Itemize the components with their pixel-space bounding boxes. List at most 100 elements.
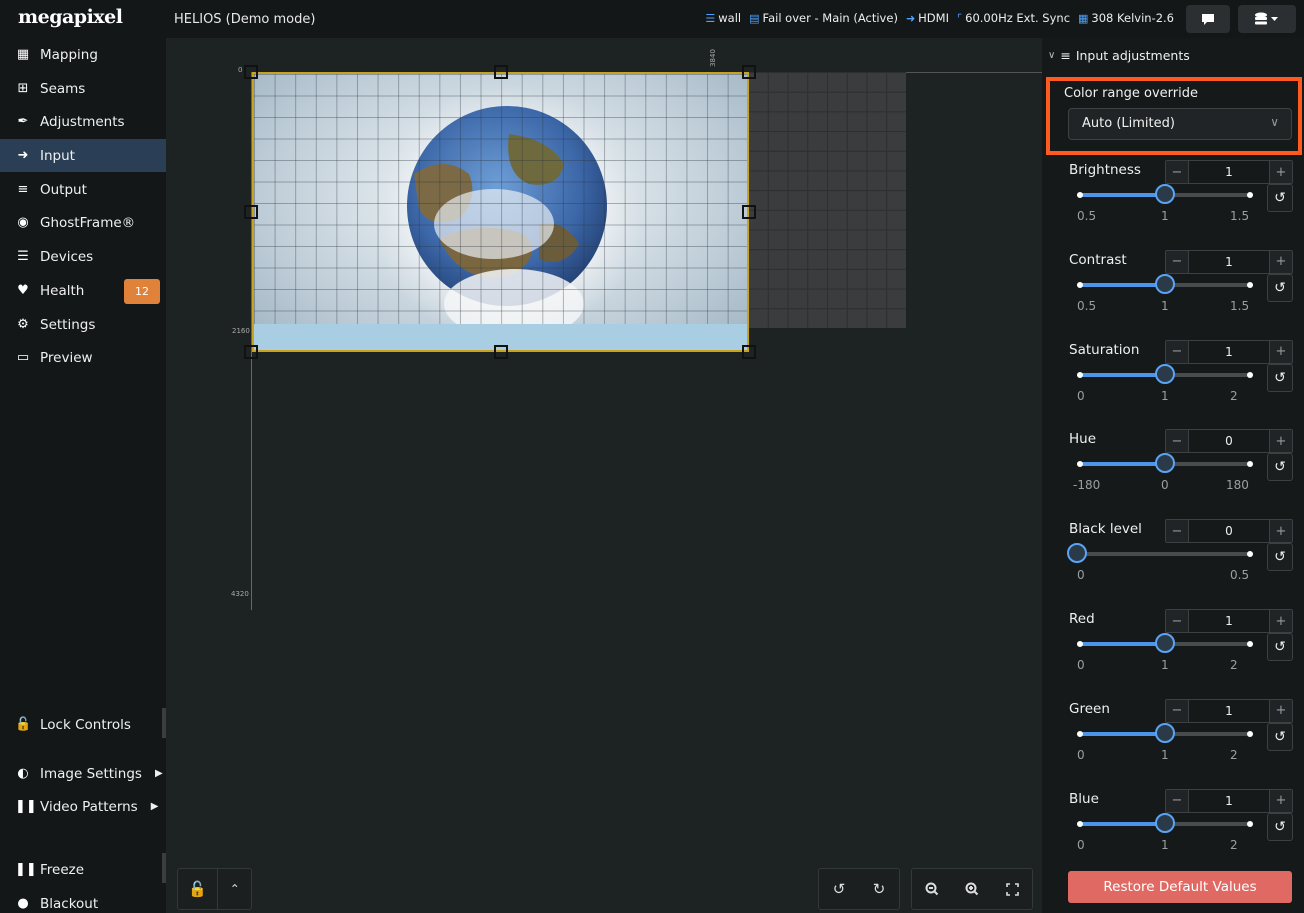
slider-fill bbox=[1077, 282, 1165, 287]
panel-header[interactable]: ∨ ≡ Input adjustments bbox=[1048, 48, 1190, 63]
restore-defaults-button[interactable]: Restore Default Values bbox=[1068, 871, 1292, 903]
resize-handle[interactable] bbox=[494, 345, 508, 359]
slider-fill bbox=[1077, 731, 1165, 736]
slider-fill bbox=[1077, 193, 1165, 197]
expand-up-button[interactable]: ⌃ bbox=[217, 869, 251, 909]
comment-button[interactable] bbox=[1186, 5, 1230, 33]
slider-tick-label: 1 bbox=[1161, 298, 1169, 313]
value-input[interactable]: 1 bbox=[1188, 340, 1270, 363]
value-stepper: −1 + bbox=[1165, 160, 1293, 184]
decrement-button[interactable]: − bbox=[1166, 520, 1188, 543]
reset-button[interactable]: ↺ bbox=[1267, 543, 1293, 572]
reset-button[interactable]: ↺ bbox=[1267, 722, 1293, 751]
decrement-button[interactable]: − bbox=[1166, 161, 1188, 183]
slider-thumb[interactable] bbox=[1155, 363, 1175, 384]
status-processor[interactable]: ▦ 308 Kelvin-2.6 bbox=[1078, 11, 1174, 25]
status-failover[interactable]: ▤ Fail over - Main (Active) bbox=[749, 11, 898, 25]
slider-track[interactable] bbox=[1077, 453, 1253, 474]
image-settings-menu[interactable]: ◐ Image Settings ▶ bbox=[0, 757, 166, 790]
value-input[interactable]: 1 bbox=[1188, 610, 1270, 632]
reset-button[interactable]: ↺ bbox=[1267, 363, 1293, 392]
redo-button[interactable]: ↻ bbox=[859, 869, 899, 909]
increment-button[interactable]: + bbox=[1270, 161, 1292, 183]
increment-button[interactable]: + bbox=[1270, 340, 1292, 363]
value-input[interactable]: 0 bbox=[1188, 430, 1270, 453]
undo-button[interactable]: ↺ bbox=[819, 869, 859, 909]
color-range-select[interactable]: Auto (Limited) ∨ bbox=[1068, 108, 1292, 140]
sidebar-item-settings[interactable]: ⚙ Settings bbox=[0, 308, 166, 341]
slider-thumb[interactable] bbox=[1155, 722, 1175, 743]
slider-track[interactable] bbox=[1077, 363, 1253, 384]
status-wall[interactable]: ☰ wall bbox=[705, 11, 741, 25]
decrement-button[interactable]: − bbox=[1166, 699, 1188, 722]
decrement-button[interactable]: − bbox=[1166, 430, 1188, 453]
slider-thumb[interactable] bbox=[1155, 633, 1175, 653]
value-input[interactable]: 1 bbox=[1188, 699, 1270, 722]
sidebar-item-mapping[interactable]: ▦ Mapping bbox=[0, 38, 166, 71]
value-input[interactable]: 1 bbox=[1188, 789, 1270, 812]
zoom-out-button[interactable] bbox=[912, 869, 952, 909]
increment-button[interactable]: + bbox=[1270, 250, 1292, 273]
slider-thumb[interactable] bbox=[1155, 453, 1175, 474]
value-input[interactable]: 1 bbox=[1188, 250, 1270, 273]
reset-button[interactable]: ↺ bbox=[1267, 812, 1293, 841]
slider-track[interactable] bbox=[1067, 543, 1253, 564]
increment-button[interactable]: + bbox=[1270, 789, 1292, 812]
slider-track[interactable] bbox=[1077, 184, 1253, 204]
resize-handle[interactable] bbox=[244, 65, 258, 79]
slider-thumb[interactable] bbox=[1155, 273, 1175, 294]
resize-handle[interactable] bbox=[742, 65, 756, 79]
freeze-button[interactable]: ❚❚ Freeze bbox=[0, 853, 166, 886]
increment-button[interactable]: + bbox=[1270, 430, 1292, 453]
value-input[interactable]: 1 bbox=[1188, 161, 1270, 183]
slider-track[interactable] bbox=[1077, 273, 1253, 294]
sidebar-item-health[interactable]: ♥ Health 12 bbox=[0, 274, 166, 307]
reset-button[interactable]: ↺ bbox=[1267, 273, 1293, 302]
server-menu-button[interactable] bbox=[1238, 5, 1296, 33]
sidebar-item-ghostframe[interactable]: ◉ GhostFrame® bbox=[0, 206, 166, 239]
slider-thumb[interactable] bbox=[1067, 543, 1087, 564]
resize-handle[interactable] bbox=[742, 345, 756, 359]
value-stepper: −1 + bbox=[1165, 339, 1293, 364]
reset-button[interactable]: ↺ bbox=[1267, 633, 1293, 661]
slider-end-dot bbox=[1077, 371, 1083, 378]
resize-handle[interactable] bbox=[742, 205, 756, 219]
increment-button[interactable]: + bbox=[1270, 520, 1292, 543]
resize-handle[interactable] bbox=[494, 65, 508, 79]
sidebar-item-adjustments[interactable]: ✒ Adjustments bbox=[0, 105, 166, 138]
fit-screen-button[interactable] bbox=[992, 869, 1032, 909]
slider-track[interactable] bbox=[1077, 722, 1253, 743]
sidebar-item-output[interactable]: ≡ Output bbox=[0, 173, 166, 206]
value-input[interactable]: 0 bbox=[1188, 520, 1270, 543]
slider-track[interactable] bbox=[1077, 633, 1253, 653]
resize-handle[interactable] bbox=[244, 345, 258, 359]
resize-handle[interactable] bbox=[244, 205, 258, 219]
slider-tick-label: 2 bbox=[1230, 837, 1238, 852]
undo-icon: ↺ bbox=[1274, 639, 1286, 655]
reset-button[interactable]: ↺ bbox=[1267, 453, 1293, 482]
video-patterns-menu[interactable]: ❚❚ Video Patterns ▶ bbox=[0, 790, 166, 823]
status-input[interactable]: ➜ HDMI bbox=[906, 11, 949, 25]
canvas-lock-button[interactable]: 🔓 bbox=[178, 869, 217, 909]
increment-button[interactable]: + bbox=[1270, 610, 1292, 632]
increment-button[interactable]: + bbox=[1270, 699, 1292, 722]
slider-thumb[interactable] bbox=[1155, 812, 1175, 833]
slider-thumb[interactable] bbox=[1155, 184, 1175, 204]
blackout-button[interactable]: ● Blackout bbox=[0, 887, 166, 913]
input-image[interactable] bbox=[252, 72, 749, 352]
lock-controls-button[interactable]: 🔓 Lock Controls bbox=[0, 708, 166, 741]
slider-track[interactable] bbox=[1077, 812, 1253, 833]
sidebar-item-devices[interactable]: ☰ Devices bbox=[0, 240, 166, 273]
decrement-button[interactable]: − bbox=[1166, 250, 1188, 273]
sign-in-icon: ➜ bbox=[17, 148, 29, 163]
decrement-button[interactable]: − bbox=[1166, 789, 1188, 812]
slider-tick-label: 0 bbox=[1077, 388, 1085, 403]
reset-button[interactable]: ↺ bbox=[1267, 184, 1293, 212]
decrement-button[interactable]: − bbox=[1166, 610, 1188, 632]
zoom-in-button[interactable] bbox=[952, 869, 992, 909]
status-sync[interactable]: ⌜ 60.00Hz Ext. Sync bbox=[957, 11, 1070, 25]
sidebar-item-input[interactable]: ➜ Input bbox=[0, 139, 166, 172]
sidebar-item-preview[interactable]: ▭ Preview bbox=[0, 341, 166, 374]
sidebar-item-seams[interactable]: ⊞ Seams bbox=[0, 72, 166, 105]
decrement-button[interactable]: − bbox=[1166, 340, 1188, 363]
